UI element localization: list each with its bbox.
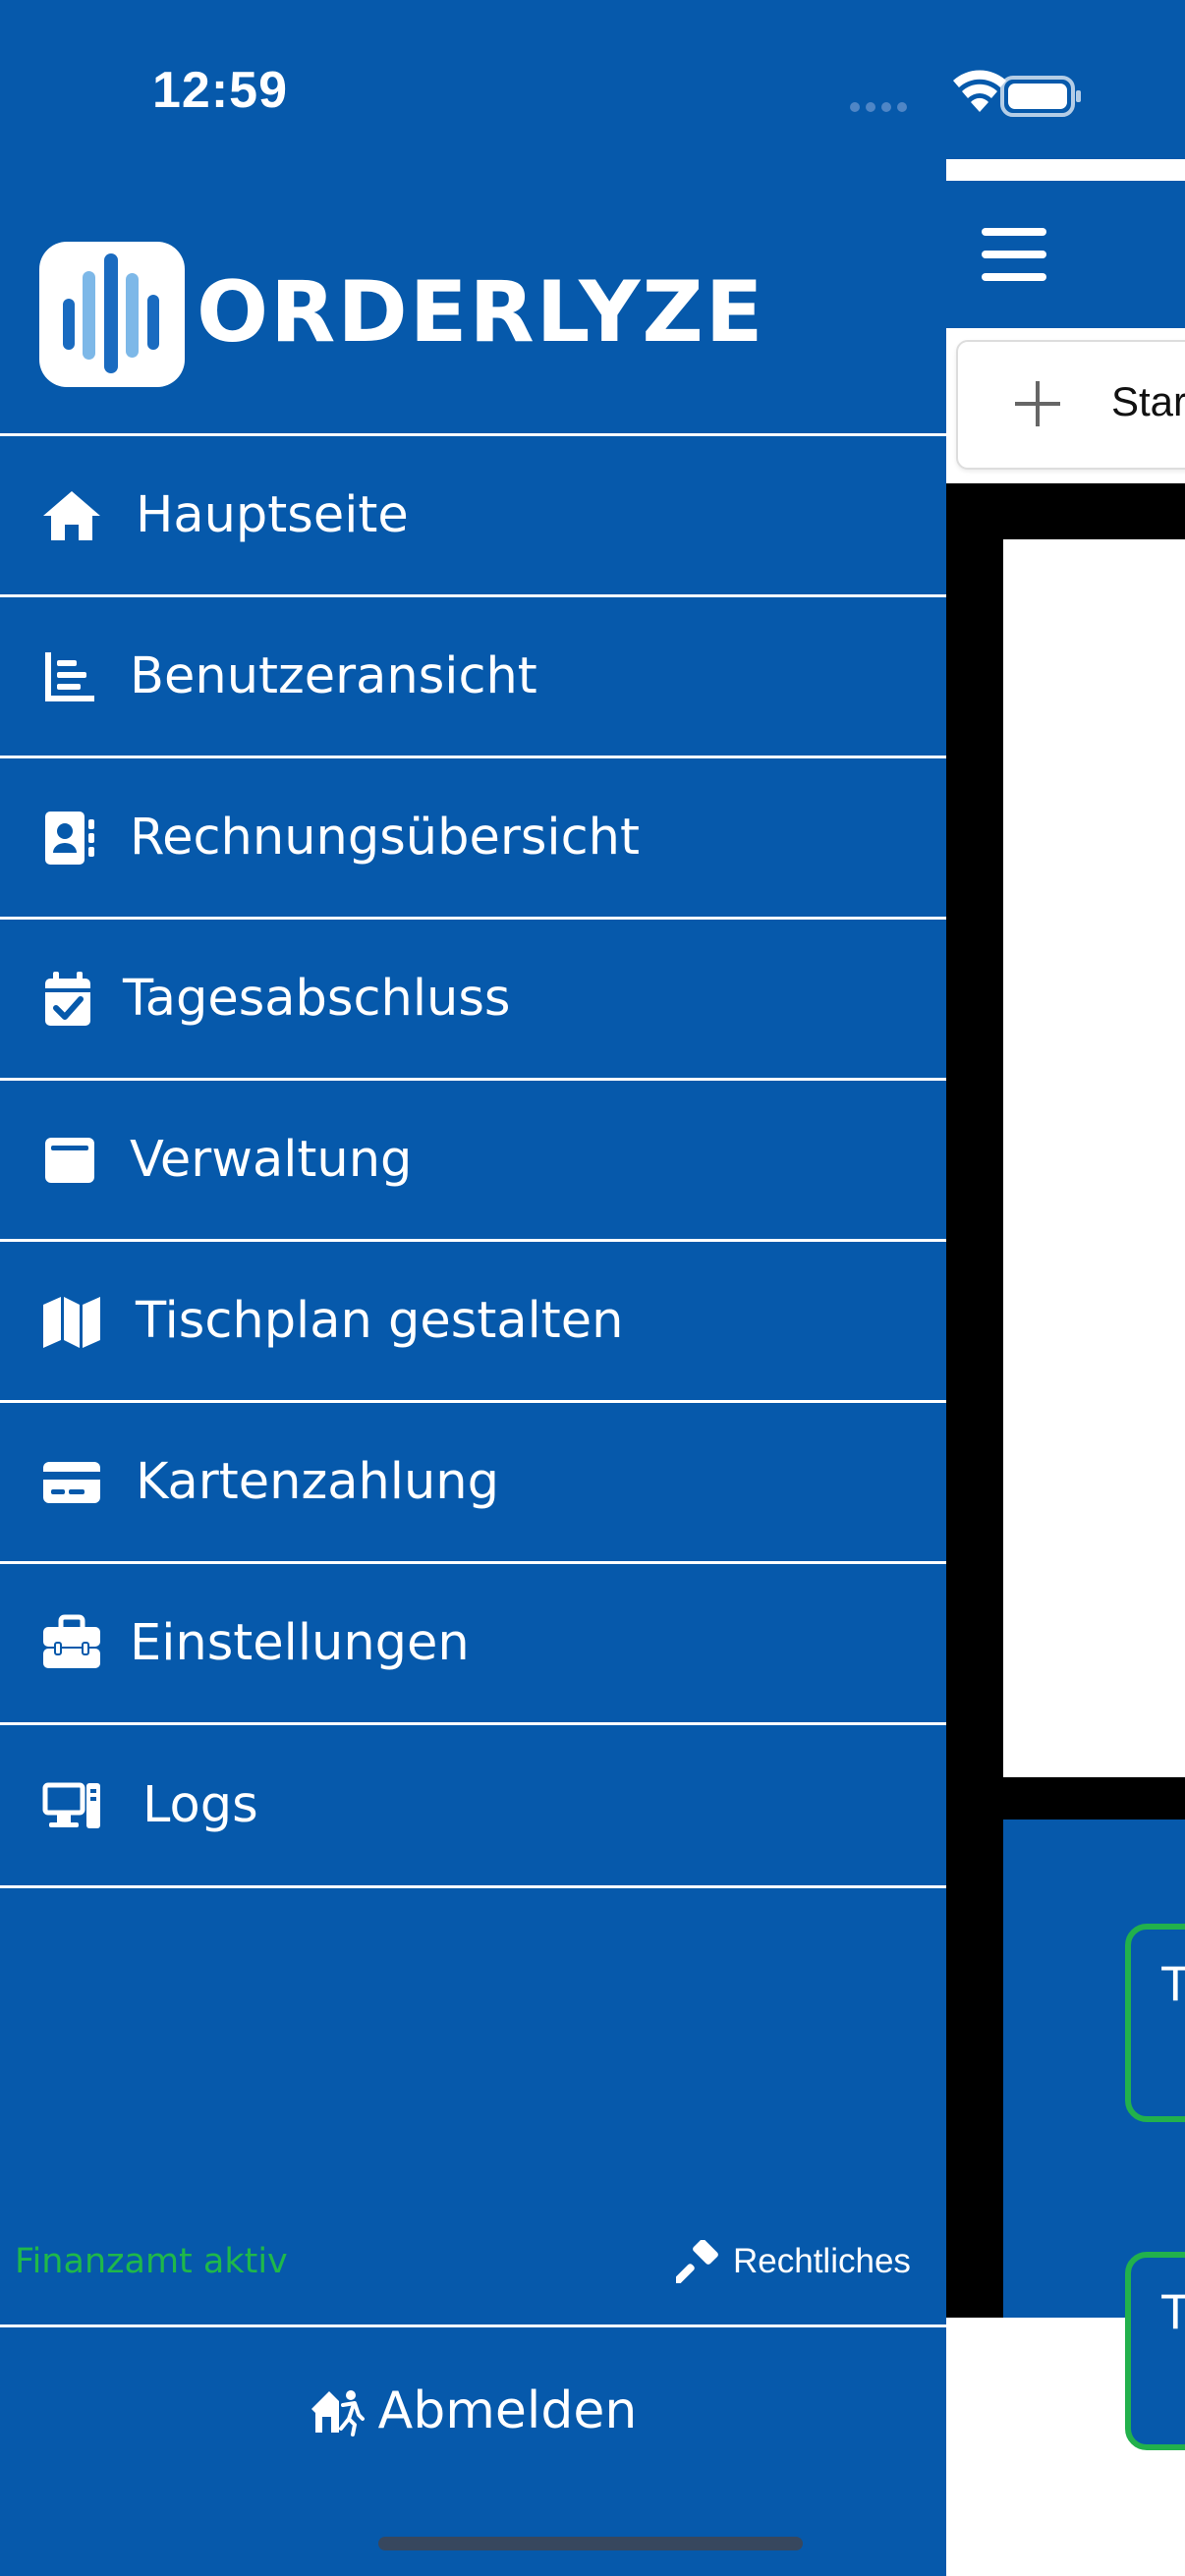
chart-icon [45,651,94,701]
sidebar-item-label: Tagesabschluss [123,970,511,1028]
sidebar-item-rechnungsuebersicht[interactable]: Rechnungsübersicht [0,756,946,917]
logo [39,242,185,387]
sidebar-item-label: Kartenzahlung [136,1453,499,1511]
sidebar-item-tagesabschluss[interactable]: Tagesabschluss [0,917,946,1078]
home-icon [43,490,100,540]
logout-label: Abmelden [377,2381,638,2440]
gavel-icon [676,2240,718,2283]
computer-icon [42,1782,100,1828]
window-icon [45,1137,94,1183]
sidebar-item-benutzeransicht[interactable]: Benutzeransicht [0,594,946,756]
sidebar-menu: Hauptseite Benutzeransicht Rechnungsüber… [0,433,946,1888]
table-tile[interactable]: T [1125,1924,1185,2122]
status-icons [847,67,1083,130]
logout-icon [310,2390,365,2436]
wifi-icon [953,70,1006,112]
brand-name: ORDERLYZE [197,263,765,362]
sidebar-item-label: Benutzeransicht [130,647,537,705]
map-icon [43,1296,100,1348]
address-book-icon [45,811,94,865]
sidebar-item-label: Verwaltung [130,1131,413,1189]
table-label: T [1160,2283,1185,2340]
hamburger-menu-icon[interactable] [982,228,1046,281]
sidebar-item-einstellungen[interactable]: Einstellungen [0,1561,946,1722]
sidebar-item-label: Rechnungsübersicht [130,809,640,867]
logout-button[interactable]: Abmelden [0,2327,946,2494]
plus-icon [1015,381,1060,426]
tax-office-status: Finanzamt aktiv [15,2242,288,2281]
credit-card-icon [43,1461,100,1503]
add-button-label: Star [1111,378,1185,424]
floor-plan-area [1003,539,1185,1777]
toolbox-icon [43,1614,100,1668]
sidebar-item-label: Hauptseite [136,486,409,544]
sidebar-item-hauptseite[interactable]: Hauptseite [0,433,946,594]
sidebar-item-label: Tischplan gestalten [136,1292,624,1350]
table-label: T [1160,1955,1185,2012]
main-top-separator [946,159,1185,181]
legal-link[interactable]: Rechtliches [676,2240,911,2283]
sidebar-item-kartenzahlung[interactable]: Kartenzahlung [0,1400,946,1561]
sidebar-item-logs[interactable]: Logs [0,1722,946,1888]
sidebar-item-label: Logs [142,1776,258,1834]
calendar-check-icon [45,971,90,1026]
sidebar-item-verwaltung[interactable]: Verwaltung [0,1078,946,1239]
logo-bars-icon [63,253,159,373]
sidebar-item-tischplan-gestalten[interactable]: Tischplan gestalten [0,1239,946,1400]
status-time: 12:59 [152,62,288,119]
sidebar-item-label: Einstellungen [130,1614,470,1672]
cellular-signal-icon [850,102,907,112]
main-panel: Star T T [946,0,1185,2576]
legal-label: Rechtliches [733,2242,911,2280]
navigation-drawer: ORDERLYZE Hauptseite Benutzeransicht Rec… [0,0,946,2576]
battery-icon [1000,76,1081,117]
home-indicator[interactable] [378,2537,803,2550]
table-tile[interactable]: T [1125,2252,1185,2450]
